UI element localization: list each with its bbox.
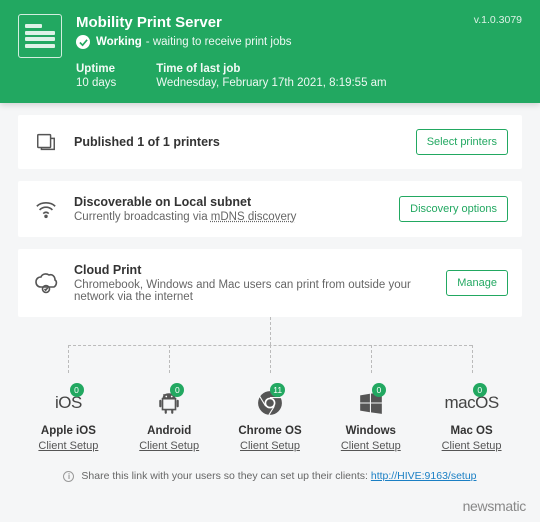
server-header: Mobility Print Server Working - waiting … <box>0 0 540 103</box>
status-check-icon <box>76 35 90 49</box>
platform-macos: macOS 0 Mac OS Client Setup <box>421 387 522 452</box>
share-url-link[interactable]: http://HIVE:9163/setup <box>371 470 477 482</box>
android-name: Android <box>119 425 220 437</box>
macos-setup-link[interactable]: Client Setup <box>421 440 522 452</box>
lastjob-block: Time of last job Wednesday, February 17t… <box>156 63 386 89</box>
cloud-sub: Chromebook, Windows and Mac users can pr… <box>74 279 446 303</box>
lastjob-value: Wednesday, February 17th 2021, 8:19:55 a… <box>156 77 386 89</box>
server-status: Working - waiting to receive print jobs <box>76 35 522 49</box>
discover-sub-prefix: Currently broadcasting via <box>74 211 211 223</box>
discovery-options-button[interactable]: Discovery options <box>399 196 508 222</box>
cloud-title: Cloud Print <box>74 263 446 277</box>
discover-title: Discoverable on Local subnet <box>74 195 399 209</box>
lastjob-label: Time of last job <box>156 63 386 75</box>
platform-windows: 0 Windows Client Setup <box>320 387 421 452</box>
card-printers: Published 1 of 1 printers Select printer… <box>18 115 522 169</box>
card-discover: Discoverable on Local subnet Currently b… <box>18 181 522 237</box>
printer-icon <box>32 131 60 153</box>
manage-button[interactable]: Manage <box>446 270 508 296</box>
macos-name: Mac OS <box>421 425 522 437</box>
ios-setup-link[interactable]: Client Setup <box>18 440 119 452</box>
android-badge: 0 <box>170 383 184 397</box>
server-logo-icon <box>18 14 62 58</box>
windows-badge: 0 <box>372 383 386 397</box>
discover-sub: Currently broadcasting via mDNS discover… <box>74 211 399 223</box>
windows-setup-link[interactable]: Client Setup <box>320 440 421 452</box>
windows-icon: 0 <box>320 387 421 419</box>
android-icon: 0 <box>119 387 220 419</box>
share-text: Share this link with your users so they … <box>81 470 370 482</box>
macos-icon: macOS 0 <box>421 387 522 419</box>
uptime-value: 10 days <box>76 77 116 89</box>
ios-name: Apple iOS <box>18 425 119 437</box>
mdns-link[interactable]: mDNS discovery <box>211 211 297 223</box>
printers-title: Published 1 of 1 printers <box>74 135 416 149</box>
card-cloud: Cloud Print Chromebook, Windows and Mac … <box>18 249 522 317</box>
info-icon: i <box>63 471 74 482</box>
macos-badge: 0 <box>473 383 487 397</box>
chrome-setup-link[interactable]: Client Setup <box>220 440 321 452</box>
chrome-name: Chrome OS <box>220 425 321 437</box>
windows-name: Windows <box>320 425 421 437</box>
ios-icon: iOS 0 <box>18 387 119 419</box>
platform-ios: iOS 0 Apple iOS Client Setup <box>18 387 119 452</box>
version-label: v.1.0.3079 <box>474 14 522 26</box>
share-row: i Share this link with your users so the… <box>0 462 540 490</box>
platform-chrome: 11 Chrome OS Client Setup <box>220 387 321 452</box>
server-title: Mobility Print Server <box>76 14 522 31</box>
chrome-badge: 11 <box>270 383 285 397</box>
platforms-row: iOS 0 Apple iOS Client Setup 0 Android C… <box>0 387 540 462</box>
chrome-icon: 11 <box>220 387 321 419</box>
status-detail: - waiting to receive print jobs <box>146 36 292 48</box>
android-setup-link[interactable]: Client Setup <box>119 440 220 452</box>
connector-diagram <box>18 317 522 387</box>
status-working-label: Working <box>96 36 142 48</box>
wifi-icon <box>32 198 60 220</box>
uptime-block: Uptime 10 days <box>76 63 116 89</box>
platform-android: 0 Android Client Setup <box>119 387 220 452</box>
select-printers-button[interactable]: Select printers <box>416 129 508 155</box>
ios-badge: 0 <box>70 383 84 397</box>
uptime-label: Uptime <box>76 63 116 75</box>
watermark: newsmatic <box>463 498 526 514</box>
cloud-print-icon <box>32 271 60 295</box>
